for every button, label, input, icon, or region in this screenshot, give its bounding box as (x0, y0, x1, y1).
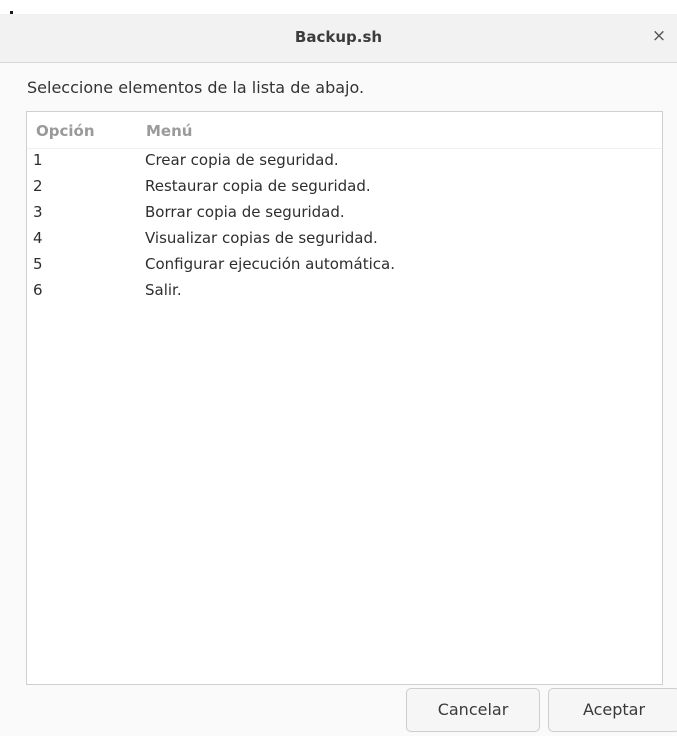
option-label: Visualizar copias de seguridad. (145, 229, 378, 247)
list-rows: 1 Crear copia de seguridad. 2 Restaurar … (27, 148, 662, 304)
list-dialog: Backup.sh × Seleccione elementos de la l… (0, 14, 677, 736)
option-number: 2 (33, 177, 43, 195)
option-label: Borrar copia de seguridad. (145, 203, 345, 221)
list-header: Opción Menú (27, 112, 662, 149)
list-row[interactable]: 4 Visualizar copias de seguridad. (27, 226, 662, 252)
titlebar: Backup.sh × (0, 14, 677, 63)
column-header-menu[interactable]: Menú (146, 122, 192, 140)
list-row[interactable]: 6 Salir. (27, 278, 662, 304)
cancel-button[interactable]: Cancelar (406, 688, 540, 732)
option-number: 6 (33, 281, 43, 299)
option-label: Configurar ejecución automática. (145, 255, 395, 273)
window-title: Backup.sh (294, 28, 383, 46)
options-list[interactable]: Opción Menú 1 Crear copia de seguridad. … (26, 111, 663, 685)
option-label: Salir. (145, 281, 182, 299)
dialog-prompt: Seleccione elementos de la lista de abaj… (27, 78, 365, 97)
option-number: 3 (33, 203, 43, 221)
option-number: 5 (33, 255, 43, 273)
list-row[interactable]: 5 Configurar ejecución automática. (27, 252, 662, 278)
list-row[interactable]: 1 Crear copia de seguridad. (27, 148, 662, 174)
option-number: 4 (33, 229, 43, 247)
list-row[interactable]: 2 Restaurar copia de seguridad. (27, 174, 662, 200)
accept-button[interactable]: Aceptar (548, 688, 677, 732)
close-icon[interactable]: × (649, 25, 669, 47)
option-label: Crear copia de seguridad. (145, 151, 339, 169)
option-number: 1 (33, 151, 43, 169)
list-row[interactable]: 3 Borrar copia de seguridad. (27, 200, 662, 226)
option-label: Restaurar copia de seguridad. (145, 177, 371, 195)
column-header-opcion[interactable]: Opción (36, 122, 95, 140)
